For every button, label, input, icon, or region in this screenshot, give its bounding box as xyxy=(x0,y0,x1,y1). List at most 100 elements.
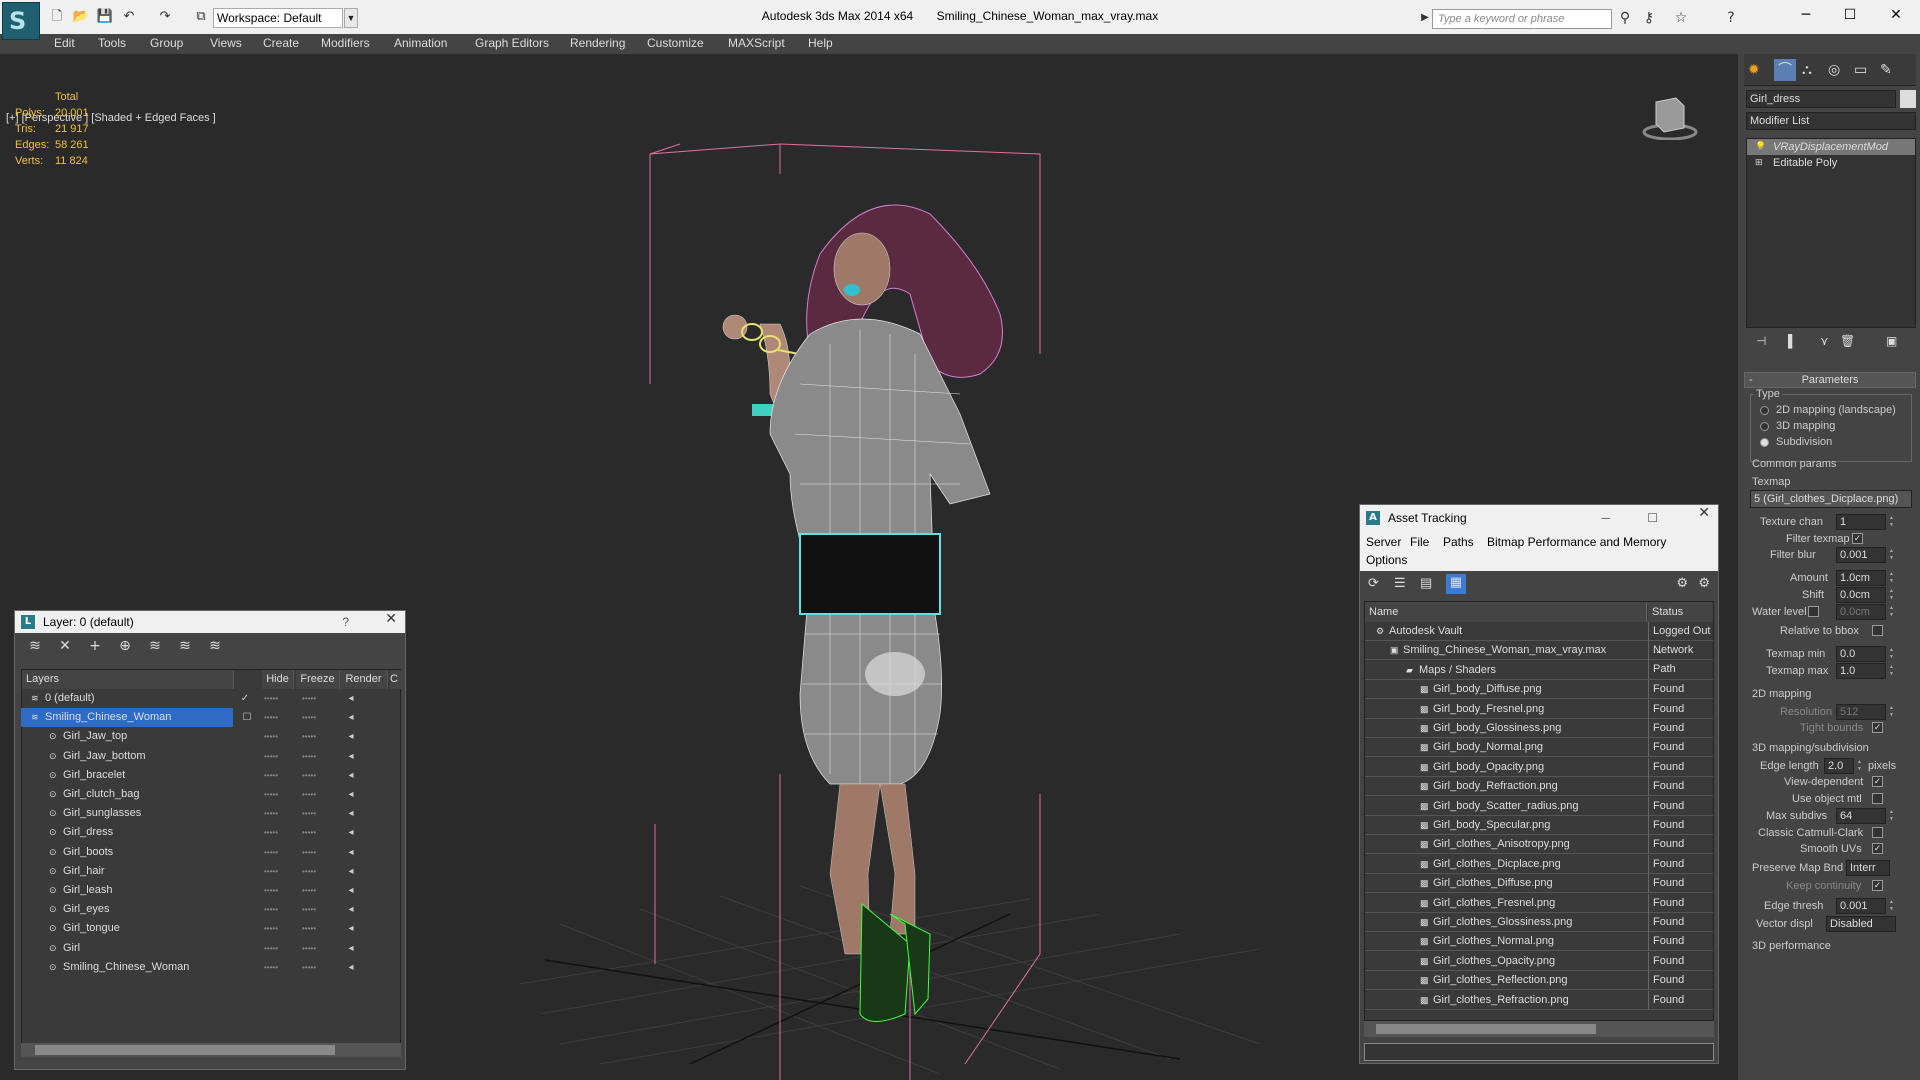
menu-paths[interactable]: Paths xyxy=(1443,535,1474,549)
hide-toggle[interactable]: ••••• xyxy=(261,900,281,919)
refresh-icon[interactable]: ⟳ xyxy=(1368,575,1379,591)
asset-row[interactable]: ▩ Girl_clothes_Reflection.png Found xyxy=(1365,971,1713,991)
asset-row[interactable]: ▩ Girl_body_Glossiness.png Found xyxy=(1365,719,1713,738)
texmap-max-spinner[interactable]: 1.0 xyxy=(1836,663,1897,679)
freeze-toggle[interactable]: ••••• xyxy=(299,804,319,823)
asset-row[interactable]: ▩ Girl_body_Opacity.png Found xyxy=(1365,757,1713,777)
render-toggle-icon[interactable]: ◂ xyxy=(341,881,361,900)
shift-spinner[interactable]: 0.0cm xyxy=(1836,587,1897,603)
radio-3d-mapping[interactable] xyxy=(1760,422,1769,431)
menu-bitmap-performance[interactable]: Bitmap Performance and Memory xyxy=(1487,535,1666,549)
asset-path-field[interactable] xyxy=(1364,1043,1714,1061)
smooth-uvs-checkbox[interactable]: ✓ xyxy=(1872,843,1883,854)
menu-group[interactable]: Group xyxy=(150,34,183,52)
star-icon[interactable]: ☆ xyxy=(1672,9,1690,27)
hide-toggle[interactable]: ••••• xyxy=(261,766,281,785)
menu-views[interactable]: Views xyxy=(210,34,242,52)
modify-tab-icon[interactable]: ⌒ xyxy=(1774,59,1796,81)
object-color-swatch[interactable] xyxy=(1900,90,1916,108)
hide-toggle[interactable]: ••••• xyxy=(261,804,281,823)
col-layers[interactable]: Layers xyxy=(22,670,234,689)
hide-toggle[interactable]: ••••• xyxy=(261,708,281,727)
layer-row[interactable]: ⊙ Girl_clutch_bag ••••• ••••• ◂ xyxy=(21,785,411,804)
render-toggle-icon[interactable]: ◂ xyxy=(341,823,361,842)
hide-toggle[interactable]: ••••• xyxy=(261,958,281,977)
app-logo-icon[interactable]: S xyxy=(2,2,40,40)
asset-row[interactable]: ▩ Girl_clothes_Normal.png Found xyxy=(1365,932,1713,952)
help-icon[interactable]: ? xyxy=(342,611,349,633)
render-toggle-icon[interactable]: ◂ xyxy=(341,785,361,804)
table-view-icon[interactable]: ▦ xyxy=(1446,574,1466,594)
search-input[interactable]: Type a keyword or phrase xyxy=(1432,9,1612,29)
remove-modifier-icon[interactable]: 🗑 xyxy=(1840,334,1855,348)
freeze-toggle[interactable]: ••••• xyxy=(299,689,319,708)
hierarchy-tab-icon[interactable]: ⛬ xyxy=(1802,61,1812,78)
classic-catmull-checkbox[interactable] xyxy=(1872,827,1883,838)
freeze-toggle[interactable]: ••••• xyxy=(299,958,319,977)
preserve-map-bnd-select[interactable]: Interr xyxy=(1846,860,1890,876)
menu-maxscript[interactable]: MAXScript xyxy=(728,34,785,52)
menu-edit[interactable]: Edit xyxy=(54,34,75,52)
relative-bbox-checkbox[interactable] xyxy=(1872,625,1883,636)
modifier-list-dropdown[interactable]: Modifier List xyxy=(1746,112,1916,130)
utilities-tab-icon[interactable]: ✎ xyxy=(1880,61,1892,78)
asset-row[interactable]: ▩ Girl_clothes_Refraction.png Found xyxy=(1365,990,1713,1010)
motion-tab-icon[interactable]: ◎ xyxy=(1828,61,1840,78)
freeze-toggle[interactable]: ••••• xyxy=(299,843,319,862)
layer-row[interactable]: ⊙ Girl_bracelet ••••• ••••• ◂ xyxy=(21,766,411,785)
detail-view-icon[interactable]: ▤ xyxy=(1420,575,1432,591)
parameters-rollout[interactable]: - Parameters xyxy=(1744,372,1916,388)
display-tab-icon[interactable]: ▭ xyxy=(1854,61,1867,78)
asset-row[interactable]: ⚙ Autodesk Vault Logged Out ... xyxy=(1365,622,1713,660)
radio-2d-mapping[interactable] xyxy=(1760,406,1769,415)
use-object-mtl-checkbox[interactable] xyxy=(1872,793,1883,804)
asset-row[interactable]: ▩ Girl_clothes_Dicplace.png Found xyxy=(1365,854,1713,874)
freeze-toggle[interactable]: ••••• xyxy=(299,881,319,900)
layer-row[interactable]: ⊙ Girl_Jaw_bottom ••••• ••••• ◂ xyxy=(21,747,411,766)
filter-texmap-checkbox[interactable]: ✓ xyxy=(1852,533,1863,544)
amount-spinner[interactable]: 1.0cm xyxy=(1836,570,1897,586)
layer-row[interactable]: ⊙ Girl_leash ••••• ••••• ◂ xyxy=(21,881,411,900)
render-toggle-icon[interactable]: ◂ xyxy=(341,708,361,727)
menu-customize[interactable]: Customize xyxy=(647,34,704,52)
freeze-toggle[interactable]: ••••• xyxy=(299,785,319,804)
viewcube-icon[interactable] xyxy=(1642,92,1698,140)
list-view-icon[interactable]: ☰ xyxy=(1394,575,1406,591)
layer-hscrollbar[interactable] xyxy=(21,1043,401,1057)
col-freeze[interactable]: Freeze xyxy=(296,670,340,689)
asset-hscrollbar[interactable] xyxy=(1364,1021,1714,1037)
layer-row[interactable]: ≋ Smiling_Chinese_Woman ☐ ••••• ••••• ◂ xyxy=(21,708,354,728)
hide-toggle[interactable]: ••••• xyxy=(261,689,281,708)
hide-toggle[interactable]: ••••• xyxy=(261,843,281,862)
select-objects-icon[interactable]: ⊕ xyxy=(115,638,135,656)
texmap-button[interactable]: 5 (Girl_clothes_Dicplace.png) xyxy=(1750,490,1912,508)
col-asset-status[interactable]: Status xyxy=(1648,602,1713,622)
layer-row[interactable]: ⊙ Girl_Jaw_top ••••• ••••• ◂ xyxy=(21,727,411,746)
bulb-icon[interactable]: 💡 xyxy=(1755,141,1766,152)
layer-row[interactable]: ⊙ Girl_tongue ••••• ••••• ◂ xyxy=(21,919,411,938)
menu-options[interactable]: Options xyxy=(1366,553,1407,567)
hide-toggle[interactable]: ••••• xyxy=(261,747,281,766)
texture-chan-spinner[interactable]: 1 xyxy=(1836,514,1897,530)
binoculars-icon[interactable]: ⚲ xyxy=(1616,9,1634,27)
close-icon[interactable]: ✕ xyxy=(1876,4,1916,26)
close-icon[interactable]: ✕ xyxy=(385,611,397,627)
configure-sets-icon[interactable]: ▣ xyxy=(1886,334,1897,348)
active-layer-check-icon[interactable]: ✓ xyxy=(235,689,255,708)
layer-row[interactable]: ⊙ Girl_sunglasses ••••• ••••• ◂ xyxy=(21,804,411,823)
render-toggle-icon[interactable]: ◂ xyxy=(341,766,361,785)
menu-server[interactable]: Server xyxy=(1366,535,1401,549)
minimize-icon[interactable]: ─ xyxy=(1601,505,1610,531)
highlight-layer-icon[interactable]: ≋ xyxy=(145,638,165,656)
render-toggle-icon[interactable]: ◂ xyxy=(341,900,361,919)
freeze-toggle[interactable]: ••••• xyxy=(299,727,319,746)
add-layer-icon[interactable]: + xyxy=(85,638,105,656)
freeze-toggle[interactable]: ••••• xyxy=(299,919,319,938)
stack-item-vray-displacement[interactable]: VRayDisplacementMod xyxy=(1747,139,1915,155)
hide-toggle[interactable]: ••••• xyxy=(261,727,281,746)
edge-length-spinner[interactable]: 2.0 xyxy=(1824,758,1865,774)
delete-layer-icon[interactable]: ✕ xyxy=(55,638,75,656)
freeze-toggle[interactable]: ••••• xyxy=(299,823,319,842)
hide-toggle[interactable]: ••••• xyxy=(261,862,281,881)
type-2d-mapping[interactable]: 2D mapping (landscape) xyxy=(1776,404,1896,416)
